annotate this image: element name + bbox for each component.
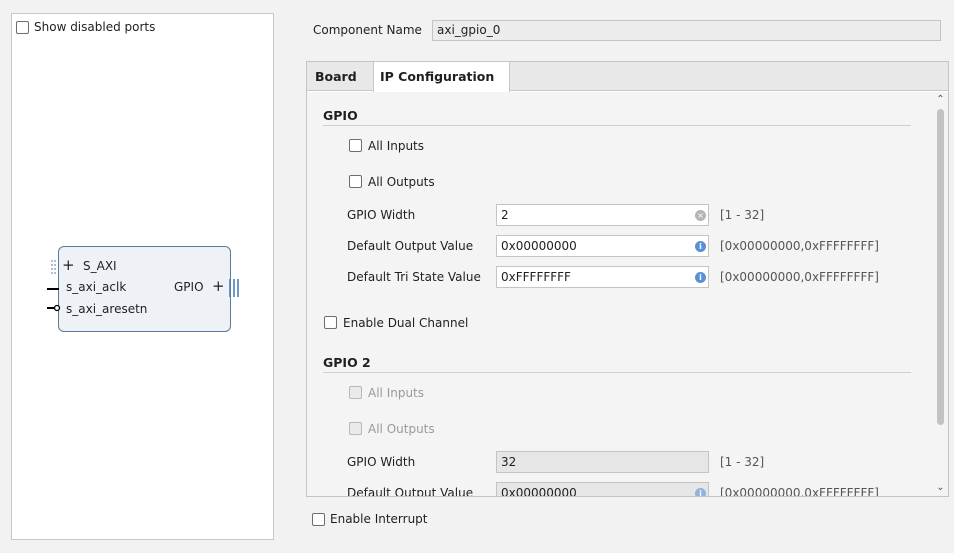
plus-icon[interactable]: + <box>62 258 75 273</box>
reset-pin-icon <box>47 304 61 312</box>
port-gpio[interactable]: GPIO <box>174 280 204 294</box>
tab-board[interactable]: Board <box>307 62 373 91</box>
info-icon[interactable]: i <box>695 272 706 283</box>
gpio2-width-label: GPIO Width <box>347 455 416 469</box>
ip-block-symbol[interactable]: + S_AXI s_axi_aclk s_axi_aresetn GPIO + <box>47 246 239 332</box>
show-disabled-ports-label: Show disabled ports <box>34 20 156 34</box>
clear-icon[interactable]: × <box>695 210 706 221</box>
gpio2-default-output-value-range: [0x00000000,0xFFFFFFFF] <box>720 486 879 496</box>
gpio2-width-range: [1 - 32] <box>720 455 765 469</box>
component-name-field[interactable]: axi_gpio_0 <box>432 20 941 41</box>
scroll-down-icon[interactable]: ⌄ <box>935 482 946 493</box>
show-disabled-ports-checkbox[interactable] <box>16 21 29 34</box>
default-output-value-range: [0x00000000,0xFFFFFFFF] <box>720 239 879 253</box>
gpio2-default-output-value-input[interactable]: 0x00000000 <box>496 482 709 496</box>
enable-dual-channel-label: Enable Dual Channel <box>343 316 469 330</box>
component-name-label: Component Name <box>313 23 422 37</box>
symbol-panel: Show disabled ports + S_AXI s_axi_aclk s… <box>11 13 274 540</box>
enable-interrupt-label: Enable Interrupt <box>330 512 428 526</box>
section-divider <box>323 125 911 126</box>
section-divider <box>323 372 911 373</box>
configuration-tabs: Board IP Configuration GPIO All Inputs A… <box>306 61 949 497</box>
plus-icon[interactable]: + <box>212 278 225 294</box>
info-icon[interactable]: i <box>695 488 706 496</box>
gpio-section-title: GPIO <box>323 108 358 123</box>
all-outputs-checkbox[interactable] <box>349 175 362 188</box>
all-inputs-label: All Inputs <box>368 139 425 153</box>
gpio2-width-input[interactable]: 32 <box>496 451 709 473</box>
scroll-thumb[interactable] <box>937 109 944 425</box>
default-tri-state-value-input[interactable]: 0xFFFFFFFF <box>496 266 709 288</box>
vertical-scrollbar[interactable]: ⌃ ⌄ <box>933 92 948 496</box>
gpio-width-label: GPIO Width <box>347 208 416 222</box>
gpio2-default-output-value-label: Default Output Value <box>347 486 474 496</box>
default-output-value-label: Default Output Value <box>347 239 474 253</box>
gpio2-section-title: GPIO 2 <box>323 355 371 370</box>
clock-pin-icon <box>47 288 59 290</box>
tab-bar: Board IP Configuration <box>307 62 948 92</box>
enable-dual-channel-checkbox[interactable] <box>324 316 337 329</box>
enable-interrupt-checkbox[interactable] <box>312 513 325 526</box>
gpio2-all-inputs-label: All Inputs <box>368 386 425 400</box>
scroll-up-icon[interactable]: ⌃ <box>935 94 946 105</box>
all-outputs-label: All Outputs <box>368 175 435 189</box>
port-s-axi[interactable]: S_AXI <box>83 259 117 273</box>
bus-output-icon <box>229 279 239 297</box>
default-tri-state-value-range: [0x00000000,0xFFFFFFFF] <box>720 270 879 284</box>
default-output-value-input[interactable]: 0x00000000 <box>496 235 709 257</box>
gpio-width-range: [1 - 32] <box>720 208 765 222</box>
gpio2-all-inputs-checkbox[interactable] <box>349 386 362 399</box>
info-icon[interactable]: i <box>695 241 706 252</box>
all-inputs-checkbox[interactable] <box>349 139 362 152</box>
gpio-width-input[interactable]: 2 <box>496 204 709 226</box>
port-s-axi-aresetn[interactable]: s_axi_aresetn <box>66 302 147 316</box>
gpio2-all-outputs-label: All Outputs <box>368 422 435 436</box>
gpio2-all-outputs-checkbox[interactable] <box>349 422 362 435</box>
port-s-axi-aclk[interactable]: s_axi_aclk <box>66 280 126 294</box>
tab-ip-configuration[interactable]: IP Configuration <box>373 62 510 92</box>
default-tri-state-value-label: Default Tri State Value <box>347 270 481 284</box>
ip-configuration-content: GPIO All Inputs All Outputs GPIO Width 2… <box>307 92 933 496</box>
